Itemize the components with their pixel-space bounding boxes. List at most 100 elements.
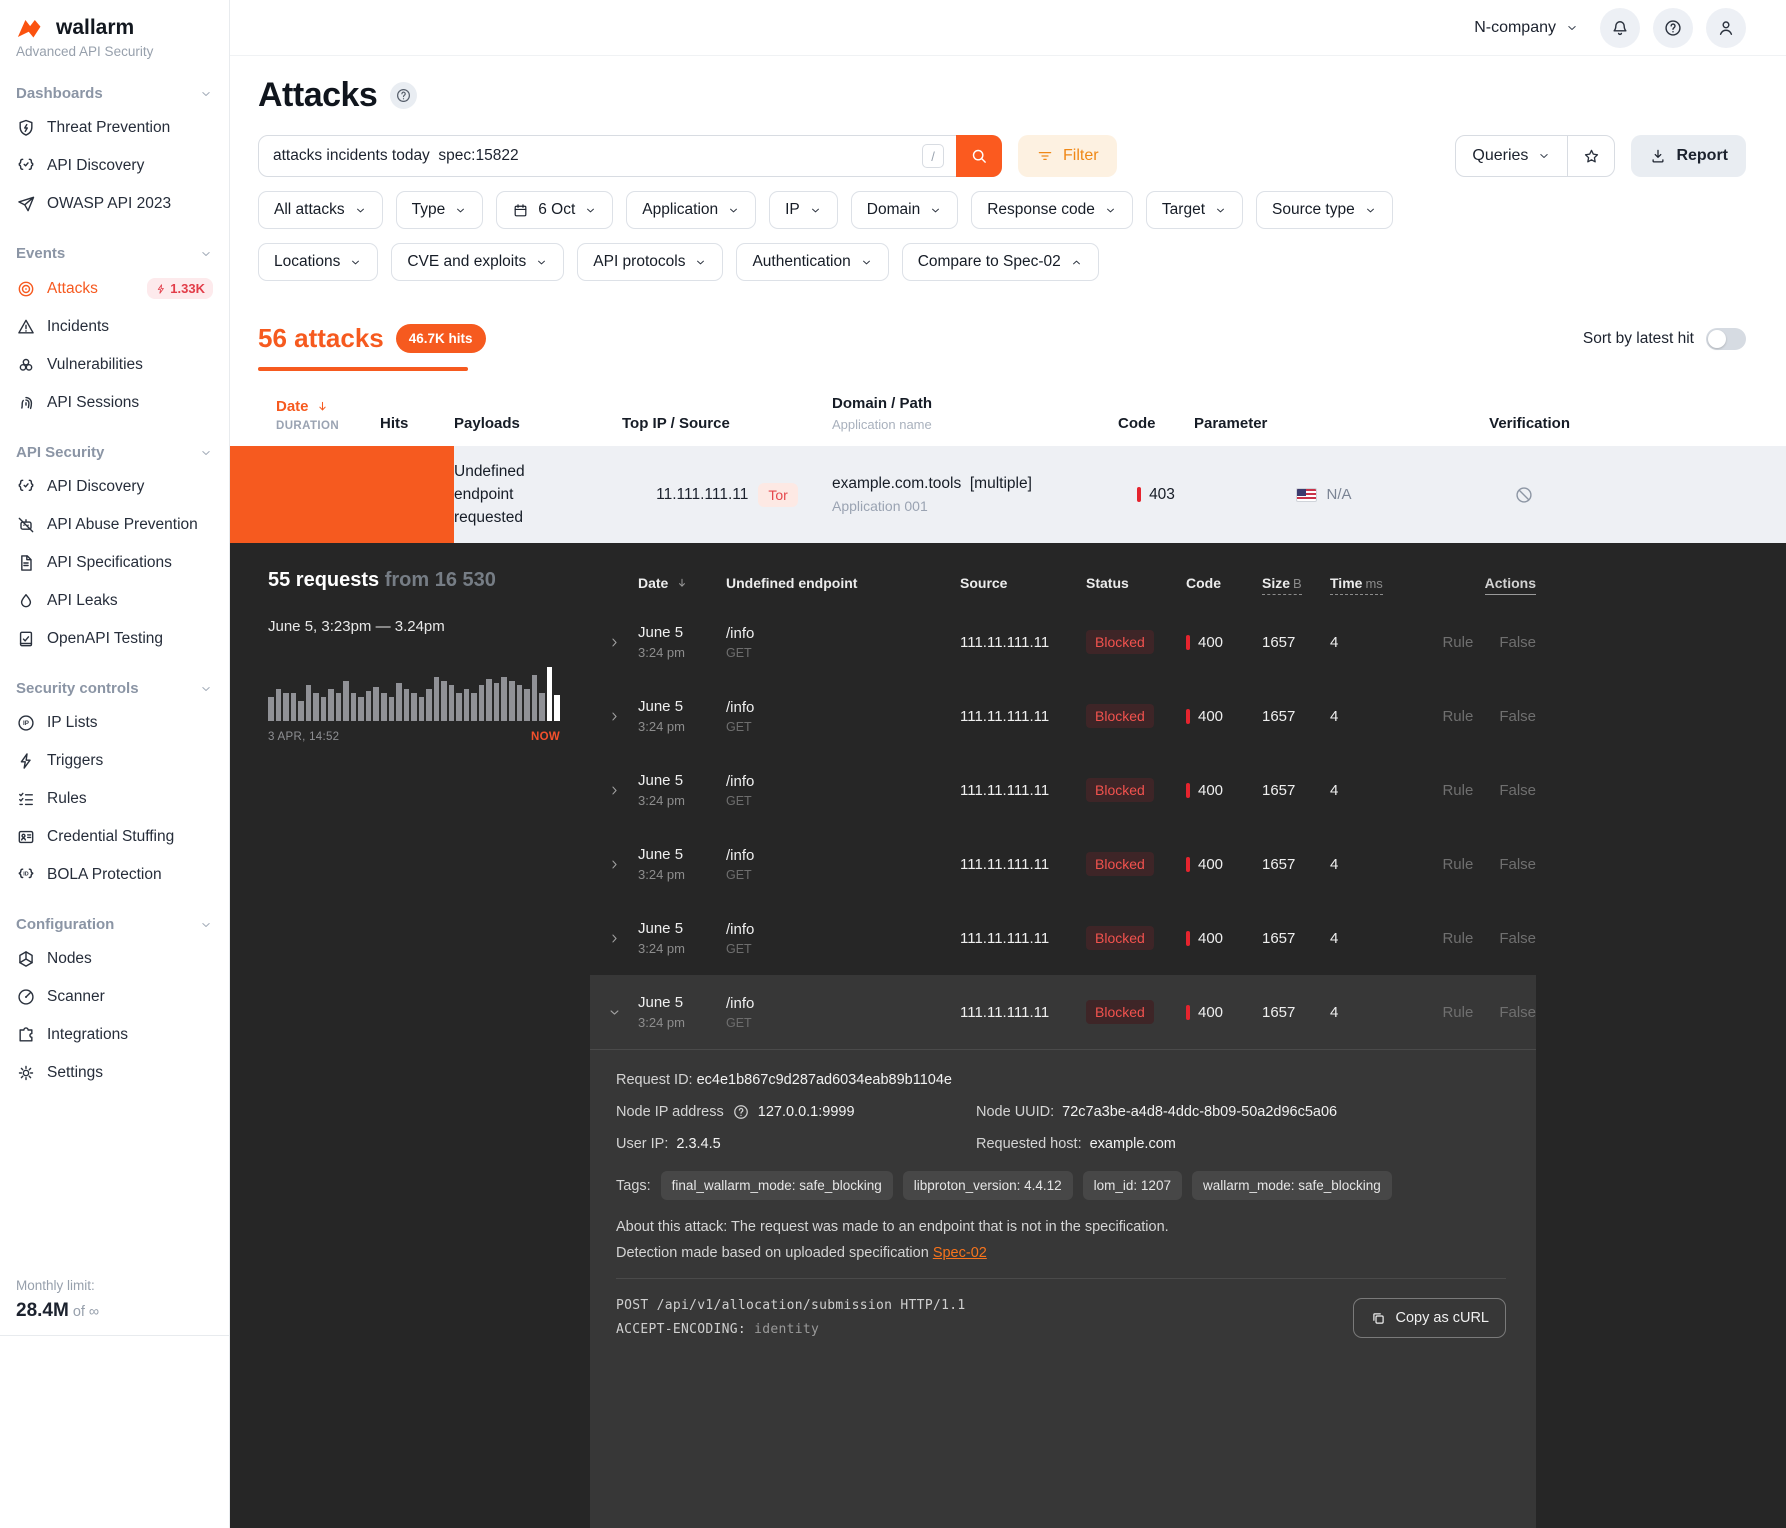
question-icon[interactable] [732,1103,750,1121]
filter-chip[interactable]: Authentication [736,243,888,281]
sidebar-item[interactable]: ID BOLA Protection [0,856,229,894]
sidebar-item[interactable]: Integrations [0,1016,229,1054]
search-button[interactable] [956,135,1002,177]
sidebar-item[interactable]: Incidents [0,308,229,346]
chevron-down-icon[interactable] [607,1005,622,1020]
sidebar-item[interactable]: API Discovery [0,147,229,185]
sidebar-item[interactable]: Threat Prevention [0,109,229,147]
biohazard-icon [16,355,36,375]
sidebar-item[interactable]: Vulnerabilities [0,346,229,384]
col-top-ip[interactable]: Top IP / Source [622,415,832,432]
false-action[interactable]: False [1499,856,1536,873]
filter-chip[interactable]: Locations [258,243,378,281]
sidebar-item[interactable]: API Abuse Prevention [0,506,229,544]
sidebar-item[interactable]: Attacks 1.33K [0,269,229,308]
sidebar-item[interactable]: Nodes [0,940,229,978]
sidebar-section: Events Attacks 1.33K [0,235,229,422]
rule-action[interactable]: Rule [1442,634,1473,651]
chevron-right-icon[interactable] [607,783,622,798]
filter-chip[interactable]: Response code [971,191,1133,229]
false-action[interactable]: False [1499,782,1536,799]
rule-action[interactable]: Rule [1442,708,1473,725]
sidebar-item[interactable]: OWASP API 2023 [0,185,229,223]
help-button[interactable] [1653,8,1693,48]
sidebar-item[interactable]: Scanner [0,978,229,1016]
account-button[interactable] [1706,8,1746,48]
request-row-expanded[interactable]: June 53:24 pm /infoGET 111.11.111.11 Blo… [590,975,1536,1049]
sidebar-item[interactable]: Rules [0,780,229,818]
filter-chip[interactable]: Type [396,191,484,229]
copy-as-curl-button[interactable]: Copy as cURL [1353,1298,1506,1338]
chevron-down-icon [1537,149,1551,163]
sidebar-section-header[interactable]: Events [0,235,229,269]
favorite-button[interactable] [1568,136,1614,176]
filter-chip[interactable]: All attacks [258,191,383,229]
queries-button[interactable]: Queries [1456,136,1568,176]
request-row[interactable]: June 53:24 pm /infoGET 111.11.111.11 Blo… [590,679,1536,753]
filter-chip[interactable]: 6 Oct [496,191,613,229]
col-parameter[interactable]: Parameter [1194,415,1454,432]
filter-chip[interactable]: API protocols [577,243,723,281]
sidebar-item[interactable]: IP IP Lists [0,704,229,742]
request-row[interactable]: June 53:24 pm /infoGET 111.11.111.11 Blo… [590,605,1536,679]
filter-chip[interactable]: Source type [1256,191,1393,229]
chevron-right-icon[interactable] [607,857,622,872]
request-row[interactable]: June 53:24 pm /infoGET 111.11.111.11 Blo… [590,901,1536,975]
sidebar-item[interactable]: Credential Stuffing [0,818,229,856]
chevron-right-icon[interactable] [607,931,622,946]
sidebar-section-header[interactable]: Configuration [0,906,229,940]
filter-chip[interactable]: Compare to Spec-02 [902,243,1099,281]
company-selector[interactable]: N-company [1474,19,1579,37]
sidebar-item[interactable]: API Leaks [0,582,229,620]
col-hits[interactable]: Hits [380,415,454,432]
col-code[interactable]: Code [1118,415,1194,432]
requests-table: Date Undefined endpoint Source Status Co… [590,569,1536,1528]
sidebar-item[interactable]: API Specifications [0,544,229,582]
col-domain[interactable]: Domain / Path Application name [832,395,1118,432]
rule-action[interactable]: Rule [1442,856,1473,873]
col-payloads[interactable]: Payloads [454,415,622,432]
chevron-right-icon[interactable] [607,635,622,650]
page-help-button[interactable] [390,82,417,109]
attack-verification [1454,446,1786,543]
requests-histogram[interactable] [268,663,560,721]
sidebar-item[interactable]: OpenAPI Testing [0,620,229,658]
false-action[interactable]: False [1499,930,1536,947]
filter-chip[interactable]: IP [769,191,838,229]
filter-button[interactable]: Filter [1018,135,1117,177]
sidebar-section-header[interactable]: Security controls [0,670,229,704]
false-action[interactable]: False [1499,1004,1536,1021]
request-row[interactable]: June 53:24 pm /infoGET 111.11.111.11 Blo… [590,753,1536,827]
sort-toggle[interactable] [1706,328,1746,350]
search-input[interactable] [258,135,1002,177]
filter-chip[interactable]: Domain [851,191,958,229]
col-size[interactable]: SizeB [1262,575,1330,595]
filter-chip[interactable]: Application [626,191,756,229]
request-row[interactable]: June 53:24 pm /infoGET 111.11.111.11 Blo… [590,827,1536,901]
search-row: / Filter Queries Report [258,135,1786,177]
col-date[interactable]: Date [638,575,726,591]
attack-row[interactable]: June 5, 3:24 pm 16k 836 Undefined endpoi… [230,446,1786,543]
sidebar-item[interactable]: Settings [0,1054,229,1092]
sidebar-section-header[interactable]: API Security [0,434,229,468]
rule-action[interactable]: Rule [1442,1004,1473,1021]
false-action[interactable]: False [1499,708,1536,725]
sidebar-section-header[interactable]: Dashboards [0,75,229,109]
report-button[interactable]: Report [1631,135,1746,177]
false-action[interactable]: False [1499,634,1536,651]
sidebar-item[interactable]: Triggers [0,742,229,780]
rule-action[interactable]: Rule [1442,930,1473,947]
filter-chip[interactable]: CVE and exploits [391,243,564,281]
sidebar-item[interactable]: API Discovery [0,468,229,506]
filter-chip[interactable]: Target [1146,191,1243,229]
rule-action[interactable]: Rule [1442,782,1473,799]
spec-link[interactable]: Spec-02 [933,1245,987,1261]
sidebar-item[interactable]: API Sessions [0,384,229,422]
col-time[interactable]: Timems [1330,575,1400,595]
col-verification[interactable]: Verification [1454,415,1786,432]
sidebar-section: Dashboards Threat Prevention [0,75,229,223]
col-date[interactable]: Date DURATION [276,398,380,432]
chevron-right-icon[interactable] [607,709,622,724]
notifications-button[interactable] [1600,8,1640,48]
col-actions: Actions [1485,575,1536,595]
